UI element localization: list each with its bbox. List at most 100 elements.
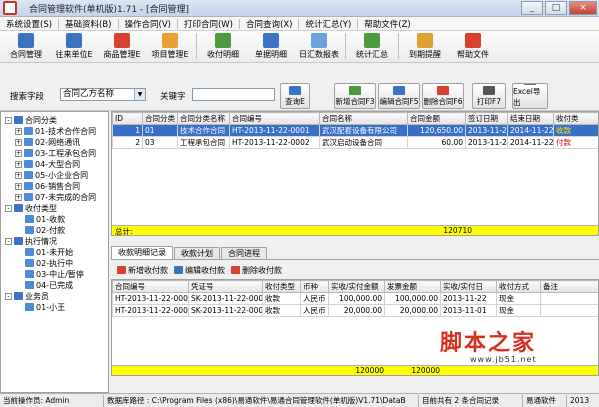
column-header[interactable]: 凭证号: [188, 280, 263, 293]
toolbar-help-button[interactable]: 帮助文件: [451, 33, 495, 60]
column-header[interactable]: 结束日期: [507, 112, 554, 125]
tree-node[interactable]: 01-小王: [25, 302, 65, 312]
tree-node[interactable]: 02-付款: [25, 225, 65, 235]
folder-icon: [24, 182, 33, 190]
tab-contract-progress[interactable]: 合同进程: [221, 247, 267, 259]
search-field-label: 搜索字段: [10, 92, 45, 102]
toolbar-document-detail-button[interactable]: 单据明细: [249, 33, 293, 60]
column-header[interactable]: 备注: [540, 280, 598, 293]
payments-header-row: 合同编号 凭证号 收付类型 币种 实收/实付金额 发票金额 实收/实付日 收付方…: [112, 280, 598, 293]
menu-basic-data[interactable]: 基础资料(B): [59, 18, 117, 30]
tree-node[interactable]: 01-收款: [25, 214, 65, 224]
column-header[interactable]: ID: [112, 112, 143, 125]
menu-statistics[interactable]: 统计汇总(Y): [299, 18, 357, 30]
add-contract-button[interactable]: 新增合同F3: [334, 83, 376, 109]
folder-icon: [25, 259, 34, 267]
column-header[interactable]: 实收/实付金额: [328, 280, 385, 293]
add-payment-button[interactable]: 新增收付款: [117, 265, 168, 276]
delete-icon: [437, 85, 449, 95]
folder-icon: [14, 237, 23, 245]
payment-detail-icon: [215, 33, 231, 48]
minimize-button[interactable]: _: [521, 1, 543, 15]
toolbar-partner-button[interactable]: 往来单位E: [52, 33, 96, 60]
column-header[interactable]: 收付类型: [262, 280, 301, 293]
tree-node[interactable]: +02-网络通讯: [15, 137, 80, 147]
tree-node[interactable]: 01-未开始: [25, 247, 73, 257]
column-header[interactable]: 合同编号: [229, 112, 320, 125]
toolbar-contract-management-button[interactable]: 合同管理: [4, 33, 48, 60]
tab-payment-records[interactable]: 收款明细记录: [111, 246, 173, 259]
excel-export-button[interactable]: Excel导出: [512, 83, 548, 109]
contract-icon: [18, 33, 34, 48]
column-header[interactable]: 合同分类名称: [177, 112, 230, 125]
maximize-button[interactable]: □: [545, 1, 567, 15]
menu-bar: 系统设置(S) 基础资料(B) 操作合同(V) 打印合同(W) 合同查询(X) …: [0, 17, 599, 31]
column-header[interactable]: 合同编号: [112, 280, 189, 293]
menu-system-settings[interactable]: 系统设置(S): [0, 18, 58, 30]
folder-icon: [24, 171, 33, 179]
folder-icon: [14, 204, 23, 212]
keyword-label: 关键字: [160, 92, 186, 102]
tree-node[interactable]: 03-中止/暂停: [25, 269, 84, 279]
tree-node[interactable]: - 执行情况: [5, 236, 57, 246]
delete-payment-button[interactable]: 删除收付款: [231, 265, 282, 276]
contracts-header-row: ID 合同分类 合同分类名称 合同编号 合同名称 合同金额 签订日期 结束日期 …: [112, 112, 598, 125]
tree-node[interactable]: 02-执行中: [25, 258, 73, 268]
total-amount: 120710: [443, 226, 472, 235]
edit-payment-button[interactable]: 编辑收付款: [174, 265, 225, 276]
column-header[interactable]: 收付方式: [496, 280, 541, 293]
table-row[interactable]: 2 03 工程承包合同 HT-2013-11-22-0002 武汉启动设备合同 …: [112, 136, 598, 149]
payments-total-bar: 120000 120000: [112, 365, 598, 375]
toolbar-statistics-button[interactable]: 统计汇总: [350, 33, 394, 60]
payments-total-amount: 120000: [355, 366, 384, 375]
toolbar-project-button[interactable]: 项目管理E: [148, 33, 192, 60]
keyword-input[interactable]: [192, 88, 275, 101]
column-header[interactable]: 签订日期: [465, 112, 508, 125]
column-header[interactable]: 发票金额: [384, 280, 441, 293]
main-toolbar: 合同管理 往来单位E 商品管理E 项目管理E 收付明细 单据明细 日汇数报表 统…: [0, 31, 599, 63]
table-row[interactable]: 1 01 技术合作合同 HT-2013-11-22-0001 武汉配套设备有限公…: [112, 124, 598, 137]
toolbar-due-reminder-button[interactable]: 到期提醒: [403, 33, 447, 60]
toolbar-daily-report-button[interactable]: 日汇数报表: [297, 33, 341, 60]
column-header[interactable]: 收付类: [553, 112, 598, 125]
delete-icon: [231, 266, 240, 274]
contracts-table: ID 合同分类 合同分类名称 合同编号 合同名称 合同金额 签订日期 结束日期 …: [112, 112, 598, 149]
tree-node[interactable]: +06-销售合同: [15, 181, 80, 191]
edit-icon: [393, 85, 405, 95]
tree-node[interactable]: - 业务员: [5, 291, 49, 301]
app-icon: [3, 1, 17, 15]
column-header[interactable]: 币种: [300, 280, 329, 293]
query-button[interactable]: 查询E: [280, 83, 310, 109]
column-header[interactable]: 合同分类: [142, 112, 178, 125]
folder-icon: [25, 215, 34, 223]
payments-table: 合同编号 凭证号 收付类型 币种 实收/实付金额 发票金额 实收/实付日 收付方…: [112, 280, 598, 317]
menu-contract-query[interactable]: 合同查询(X): [240, 18, 298, 30]
tree-node[interactable]: +04-大型合同: [15, 159, 80, 169]
close-button[interactable]: ×: [569, 1, 597, 15]
table-row[interactable]: HT-2013-11-22-0001 SK-2013-11-22-0002 收款…: [112, 304, 598, 317]
folder-icon: [24, 138, 33, 146]
tree-node[interactable]: +05-小企业合同: [15, 170, 88, 180]
print-button[interactable]: 打印F7: [472, 83, 506, 109]
column-header[interactable]: 合同名称: [319, 112, 408, 125]
column-header[interactable]: 实收/实付日: [440, 280, 497, 293]
toolbar-goods-button[interactable]: 商品管理E: [100, 33, 144, 60]
folder-icon: [24, 149, 33, 157]
toolbar-payment-detail-button[interactable]: 收付明细: [201, 33, 245, 60]
search-field-select[interactable]: 合同乙方名称 ▼: [60, 88, 146, 101]
folder-icon: [25, 226, 34, 234]
tree-node[interactable]: +03-工程承包合同: [15, 148, 96, 158]
tab-payment-plan[interactable]: 收款计划: [174, 247, 220, 259]
tree-node[interactable]: - 收付类型: [5, 203, 57, 213]
tree-node[interactable]: 04-已完成: [25, 280, 73, 290]
column-header[interactable]: 合同金额: [407, 112, 466, 125]
menu-print-contract[interactable]: 打印合同(W): [178, 18, 239, 30]
edit-contract-button[interactable]: 编辑合同F5: [378, 83, 420, 109]
tree-node[interactable]: - 合同分类: [5, 115, 57, 125]
delete-contract-button[interactable]: 删除合同F6: [422, 83, 464, 109]
menu-operate-contract[interactable]: 操作合同(V): [119, 18, 177, 30]
tree-node[interactable]: +01-技术合作合同: [15, 126, 96, 136]
menu-help[interactable]: 帮助文件(Z): [358, 18, 416, 30]
table-row[interactable]: HT-2013-11-22-0001 SK-2013-11-22-0001 收款…: [112, 292, 598, 305]
tree-node[interactable]: +07-未完成的合同: [15, 192, 96, 202]
